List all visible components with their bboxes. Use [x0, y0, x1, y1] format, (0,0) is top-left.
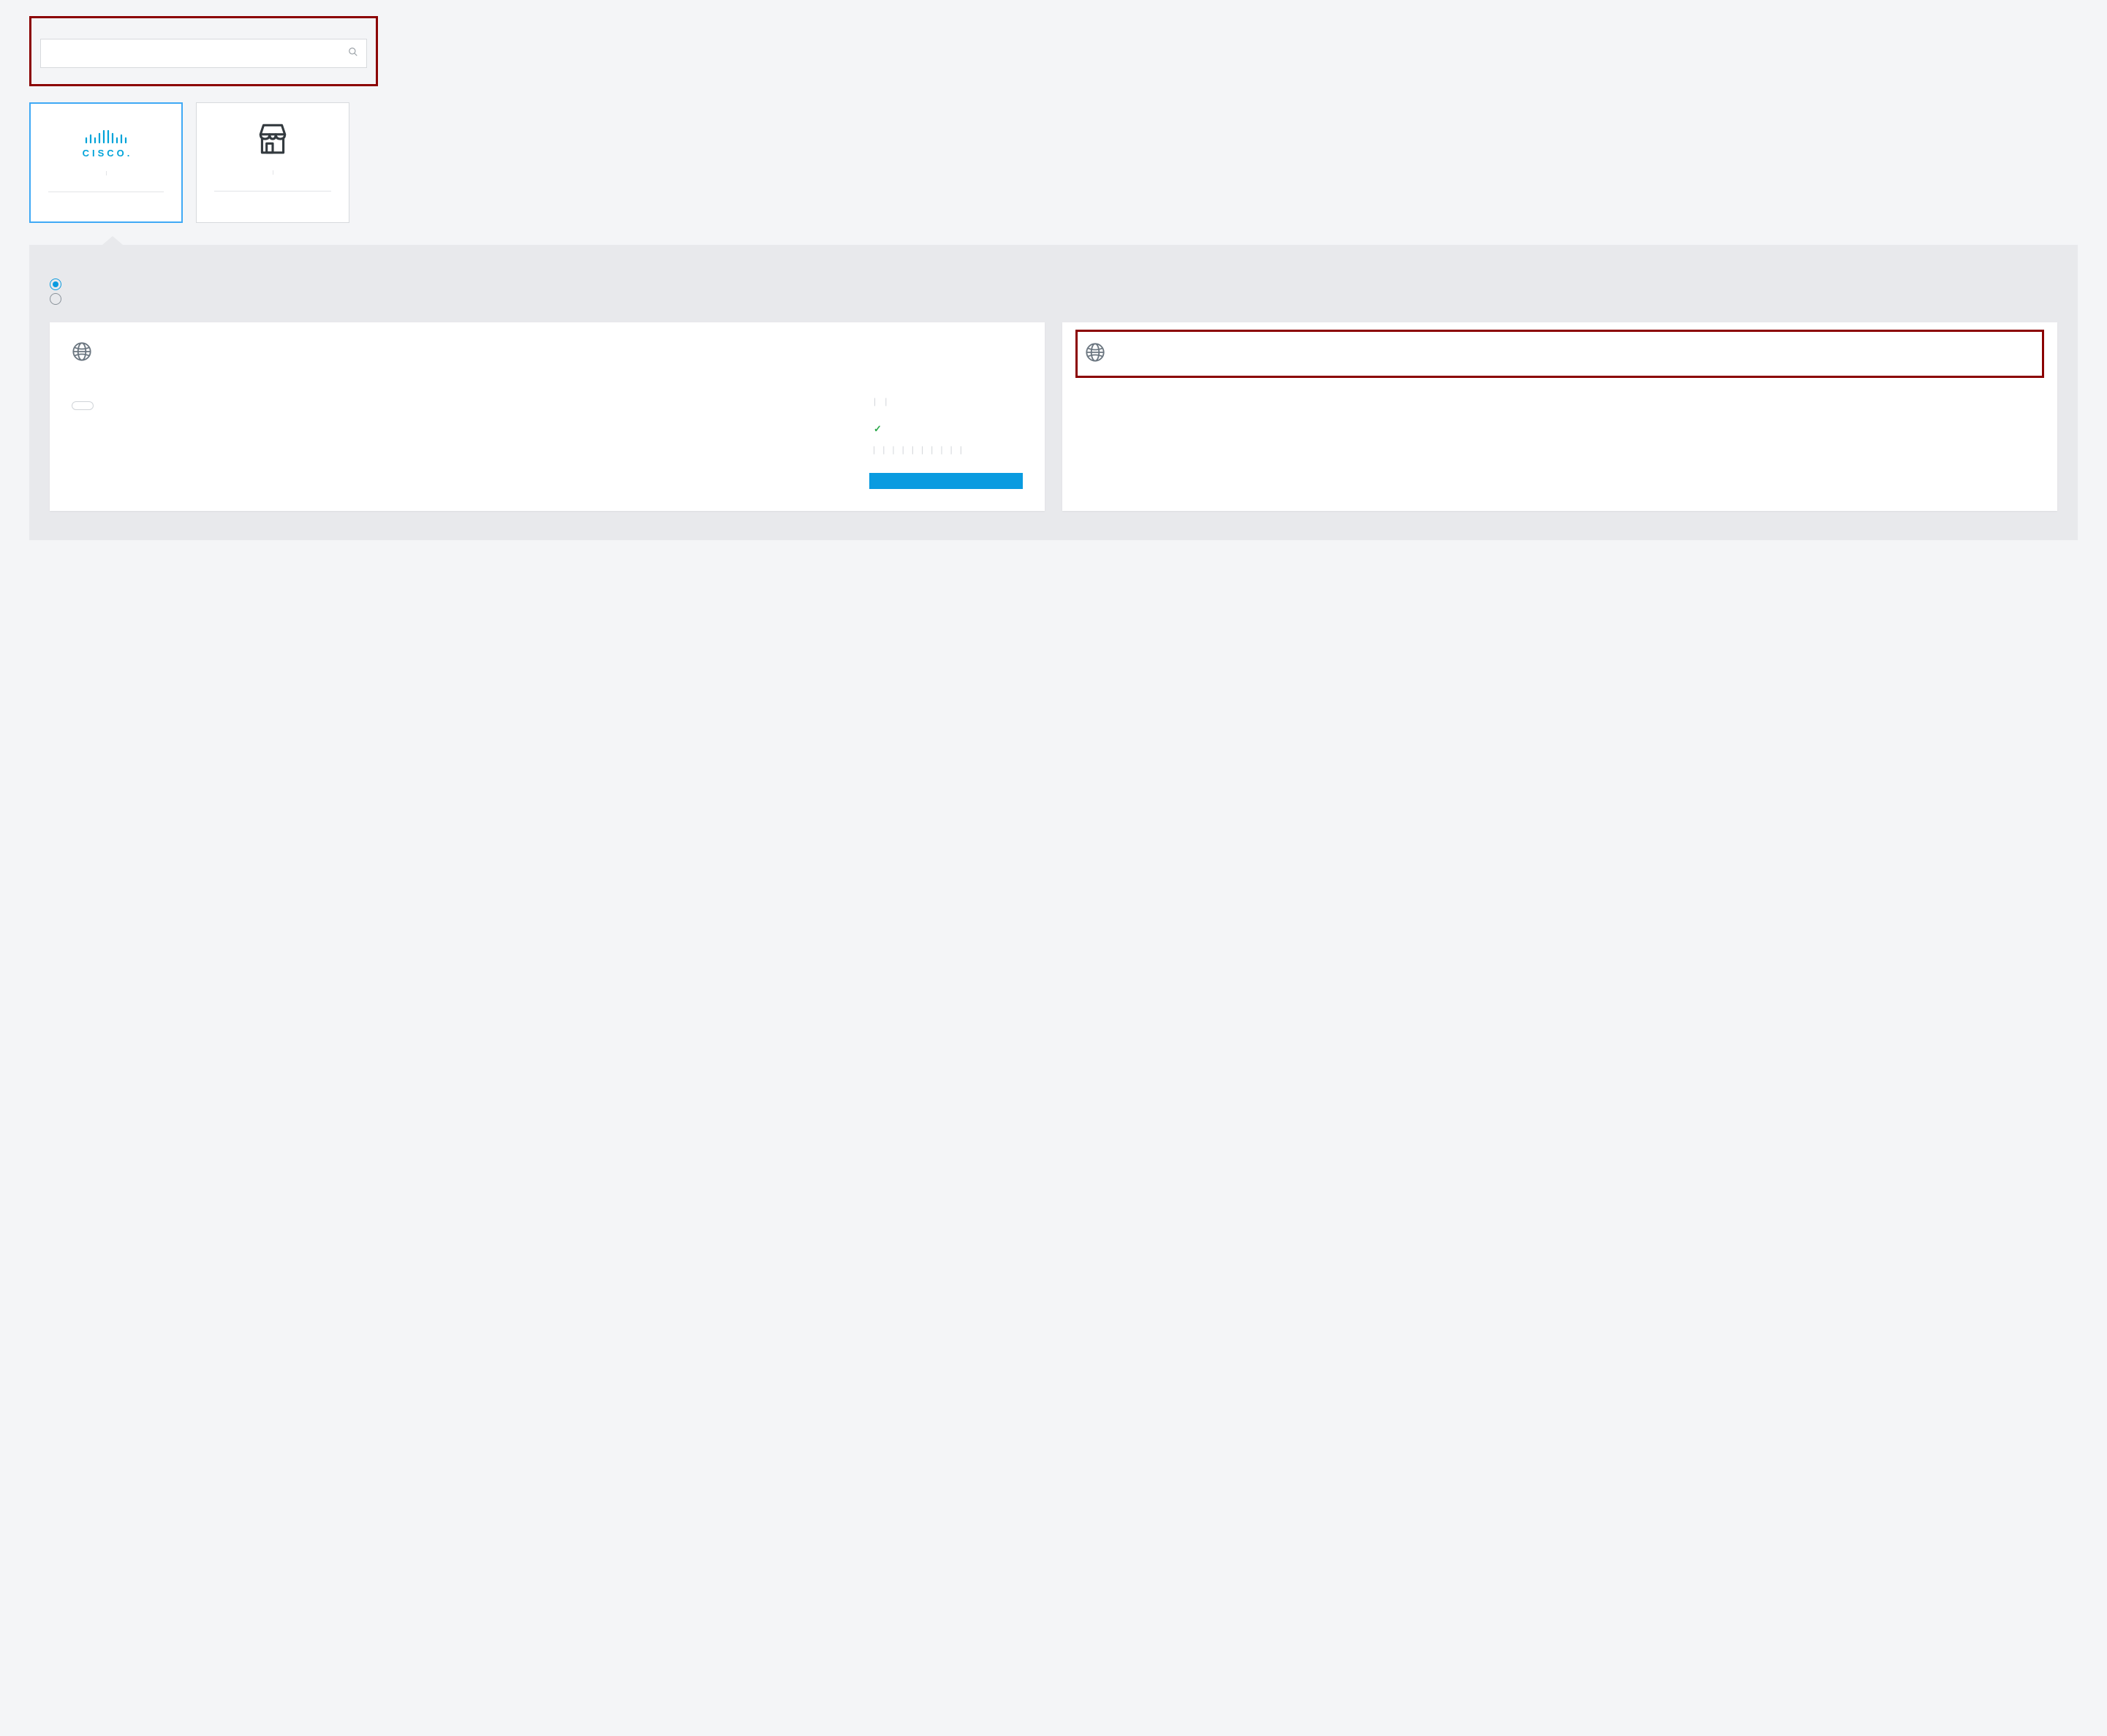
- provider-search-input[interactable]: [40, 39, 367, 68]
- select-provider-panel: [29, 16, 378, 86]
- provider-card-cisco-sae[interactable]: [196, 102, 349, 223]
- radio-icon: [50, 293, 61, 305]
- layer-chip: [72, 401, 94, 410]
- provider-detail-panel: || ✓ ||||||||||: [29, 245, 2078, 540]
- radio-icon: [50, 278, 61, 290]
- provider-card-cisco[interactable]: CISCO.: [29, 102, 183, 223]
- service-card-cisco-webex: || ✓ ||||||||||: [50, 322, 1045, 511]
- cisco-logo: CISCO.: [41, 121, 171, 158]
- globe-icon: [72, 341, 92, 365]
- service-card-webex-calling-dedicated: [1062, 322, 2057, 511]
- filter-services-available-radio[interactable]: [50, 278, 2057, 290]
- filter-all-services-radio[interactable]: [50, 293, 2057, 305]
- storefront-icon: [207, 121, 338, 157]
- globe-icon: [1085, 342, 1105, 365]
- regions-list: ||: [869, 397, 1023, 408]
- create-connection-button[interactable]: [869, 473, 1023, 489]
- checkmark-icon: ✓: [874, 424, 882, 435]
- available-remote-text: ✓: [869, 424, 1023, 435]
- locations-list: ||||||||||: [869, 444, 1023, 459]
